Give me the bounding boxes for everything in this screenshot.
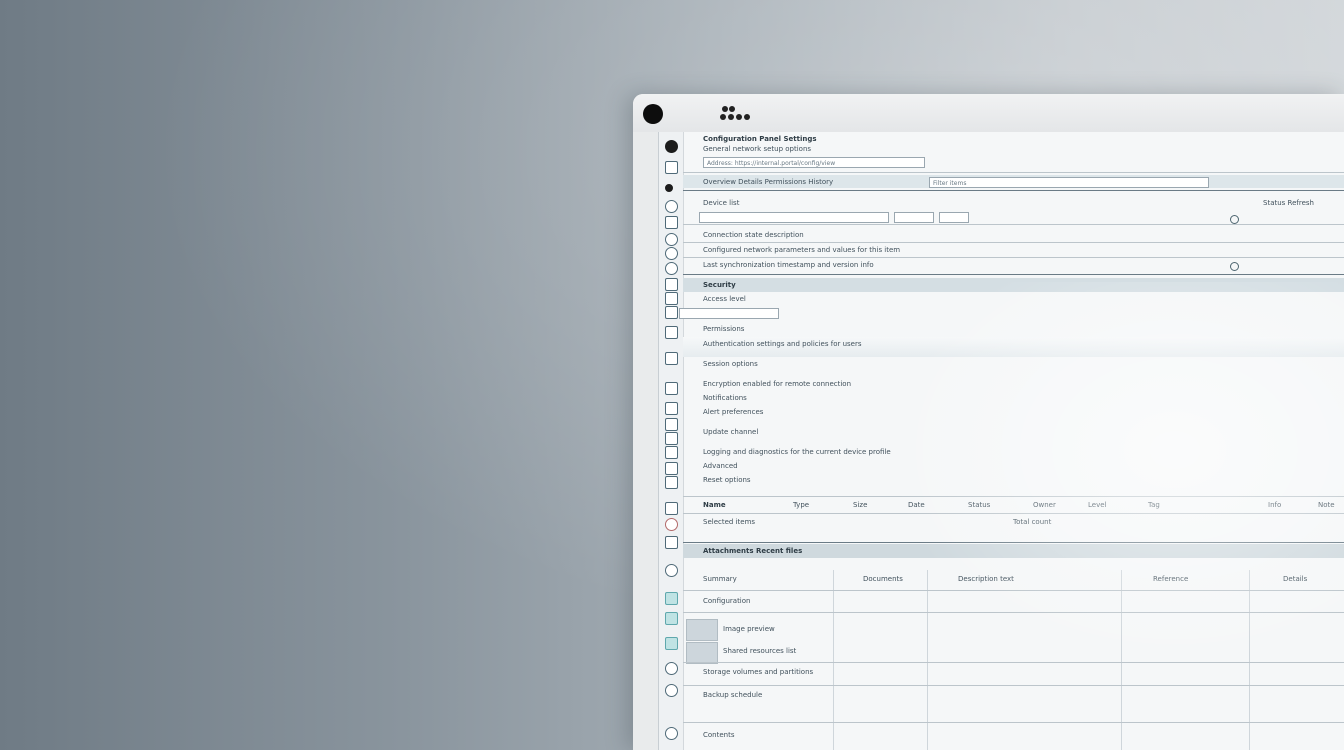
more-icon[interactable] xyxy=(665,727,678,740)
log-icon[interactable] xyxy=(665,462,678,475)
toolbar-subtitle: General network setup options xyxy=(703,145,812,153)
list-item[interactable]: Reset options xyxy=(683,473,1344,487)
table-row[interactable]: Backup schedule xyxy=(683,688,1344,702)
table-row[interactable]: Summary Documents Description text Refer… xyxy=(683,572,1344,586)
tool-icon[interactable] xyxy=(665,476,678,489)
filter-combo-2[interactable] xyxy=(894,212,934,223)
divider xyxy=(683,685,1344,686)
divider xyxy=(683,542,1344,543)
bell-icon[interactable] xyxy=(665,402,678,415)
app-logo-icon xyxy=(720,106,754,126)
lock-icon[interactable] xyxy=(665,352,678,365)
record-icon[interactable] xyxy=(665,184,673,192)
divider xyxy=(683,612,1344,613)
section-2-header: Attachments Recent files xyxy=(703,547,803,555)
tab-filter-field[interactable]: Filter items xyxy=(929,177,1209,188)
divider xyxy=(683,224,1344,225)
divider xyxy=(683,590,1344,591)
home-icon[interactable] xyxy=(665,140,678,153)
page-icon[interactable] xyxy=(665,326,678,339)
grid-icon[interactable] xyxy=(665,292,678,305)
backup-icon[interactable] xyxy=(665,662,678,675)
list-item[interactable]: Advanced xyxy=(683,459,1344,473)
list-item[interactable]: Alert preferences xyxy=(683,405,1344,419)
table-row[interactable]: Image preview xyxy=(683,622,1344,636)
table-row[interactable]: Storage volumes and partitions xyxy=(683,665,1344,679)
table-icon[interactable] xyxy=(665,502,678,515)
list-item[interactable]: Notifications xyxy=(683,391,1344,405)
table-row[interactable]: Configuration xyxy=(683,594,1344,608)
list-icon[interactable] xyxy=(665,278,678,291)
filter-label: Device list Status Refresh xyxy=(703,199,1314,207)
list-item[interactable]: Update channel xyxy=(683,425,1344,439)
address-field[interactable]: Address: https://internal.portal/config/… xyxy=(703,157,925,168)
key-icon[interactable] xyxy=(665,382,678,395)
table-row[interactable]: Shared resources list xyxy=(683,644,1344,658)
main-content: Configuration Panel Settings General net… xyxy=(658,132,1344,750)
radio-2[interactable] xyxy=(1230,262,1239,271)
camera-dot-icon xyxy=(643,104,663,124)
footer-row: Contents xyxy=(703,731,735,739)
section-1-header: Security xyxy=(703,281,736,289)
storage-icon[interactable] xyxy=(665,637,678,650)
divider xyxy=(683,513,1344,514)
divider xyxy=(683,496,1344,497)
clock-icon[interactable] xyxy=(665,200,678,213)
access-field[interactable] xyxy=(679,308,779,319)
list-item[interactable]: Encryption enabled for remote connection xyxy=(683,377,1344,391)
list-item[interactable]: Authentication settings and policies for… xyxy=(683,337,1344,351)
list-item[interactable]: Permissions xyxy=(683,322,1344,336)
doc-icon[interactable] xyxy=(665,306,678,319)
divider xyxy=(683,662,1344,663)
title-bar xyxy=(633,94,1344,132)
table-header: Name Type Size Date Status Owner Level T… xyxy=(703,501,1335,509)
sync-icon[interactable] xyxy=(665,684,678,697)
divider xyxy=(683,722,1344,723)
info-icon[interactable] xyxy=(665,262,678,275)
image-icon[interactable] xyxy=(665,592,678,605)
settings-icon[interactable] xyxy=(665,233,678,246)
attach-icon[interactable] xyxy=(665,536,678,549)
divider xyxy=(683,190,1344,191)
folder-icon[interactable] xyxy=(665,161,678,174)
app-window: Configuration Panel Settings General net… xyxy=(633,94,1344,750)
chart-icon[interactable] xyxy=(665,446,678,459)
left-gutter xyxy=(659,132,684,750)
list-item[interactable]: Connection state description xyxy=(683,228,1344,242)
record-stop-icon[interactable] xyxy=(665,518,678,531)
list-item[interactable]: Configured network parameters and values… xyxy=(683,243,1344,257)
divider xyxy=(683,172,1344,173)
share-icon[interactable] xyxy=(665,612,678,625)
summary-row[interactable]: Selected items Total count xyxy=(683,515,1344,529)
divider xyxy=(683,274,1344,275)
radio-1[interactable] xyxy=(1230,215,1239,224)
list-item[interactable]: Logging and diagnostics for the current … xyxy=(683,445,1344,459)
refresh-icon[interactable] xyxy=(665,247,678,260)
filter-combo-3[interactable] xyxy=(939,212,969,223)
filter-icon[interactable] xyxy=(665,216,678,229)
filter-combo-1[interactable] xyxy=(699,212,889,223)
alert-icon[interactable] xyxy=(665,418,678,431)
paperclip-icon[interactable] xyxy=(665,564,678,577)
list-item[interactable]: Access level xyxy=(683,292,1344,306)
download-icon[interactable] xyxy=(665,432,678,445)
list-item[interactable]: Session options xyxy=(683,357,1344,371)
list-item[interactable]: Last synchronization timestamp and versi… xyxy=(683,258,1344,272)
